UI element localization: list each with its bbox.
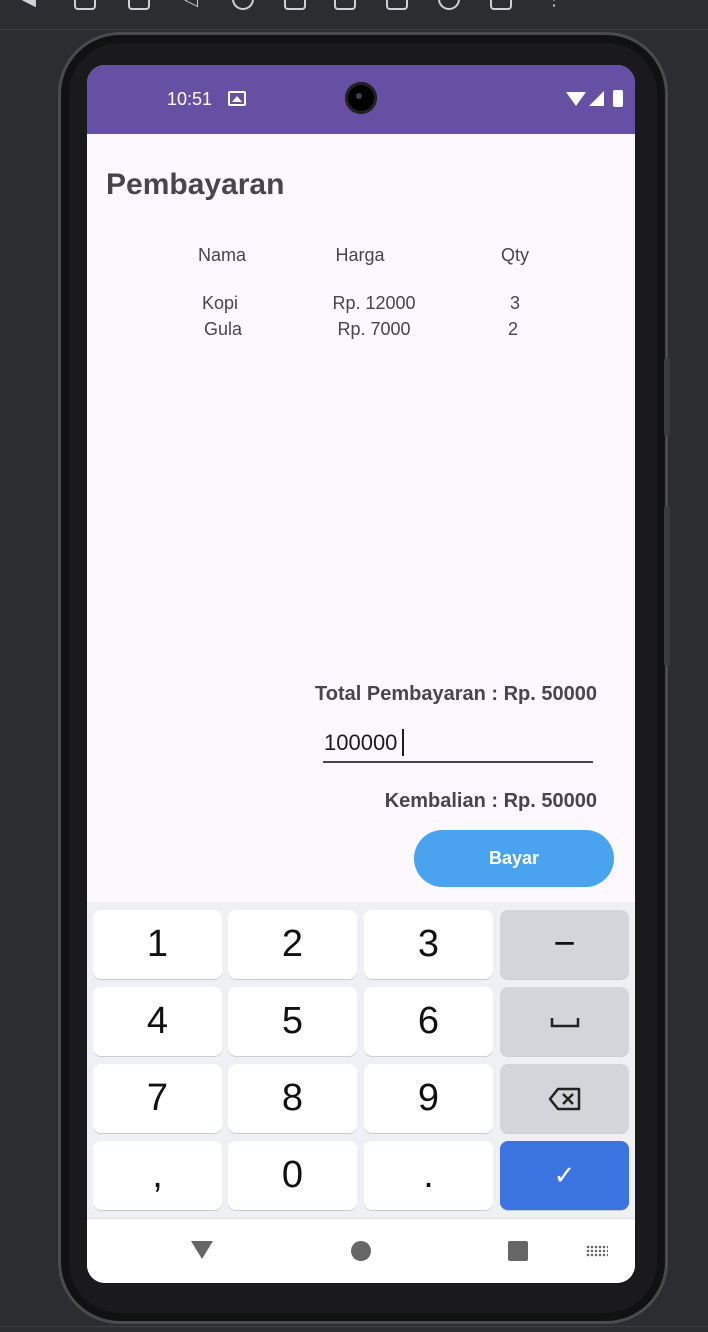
info-icon[interactable] xyxy=(438,0,460,10)
key-9[interactable]: 9 xyxy=(364,1064,493,1133)
image-icon xyxy=(228,91,246,106)
bayar-button[interactable]: Bayar xyxy=(414,830,614,887)
screenshot-icon[interactable] xyxy=(334,0,356,10)
key-comma[interactable]: , xyxy=(93,1141,222,1210)
volume-button xyxy=(664,506,670,666)
back-icon[interactable] xyxy=(191,1241,213,1259)
emulator-bottom-border xyxy=(0,1326,708,1332)
key-backspace[interactable] xyxy=(500,1064,629,1133)
battery-icon xyxy=(613,90,623,107)
key-minus[interactable]: − xyxy=(500,910,629,979)
navigation-bar xyxy=(87,1218,635,1283)
status-bar: 10:51 xyxy=(87,65,635,134)
volume-icon[interactable]: ◀ xyxy=(18,0,40,10)
record-icon[interactable] xyxy=(386,0,408,10)
key-space[interactable] xyxy=(500,987,629,1056)
key-done[interactable]: ✓ xyxy=(500,1141,629,1210)
space-icon xyxy=(550,1017,579,1027)
key-period[interactable]: . xyxy=(364,1141,493,1210)
key-2[interactable]: 2 xyxy=(228,910,357,979)
key-1[interactable]: 1 xyxy=(93,910,222,979)
rotate-left-icon[interactable] xyxy=(74,0,96,10)
row-1-qty: 3 xyxy=(509,293,520,313)
key-0[interactable]: 0 xyxy=(228,1141,357,1210)
key-6[interactable]: 6 xyxy=(364,987,493,1056)
change-label: Kembalian : Rp. 50000 xyxy=(384,790,597,812)
key-3[interactable]: 3 xyxy=(364,910,493,979)
back-icon[interactable]: ◁ xyxy=(180,0,202,10)
backspace-icon xyxy=(548,1087,580,1110)
header-nama: Nama xyxy=(197,245,246,265)
numeric-keyboard: 1 2 3 − 4 5 6 7 8 9 , 0 . ✓ xyxy=(87,902,635,1218)
text-cursor xyxy=(402,729,404,756)
camera-cutout xyxy=(345,82,377,114)
key-7[interactable]: 7 xyxy=(93,1064,222,1133)
payment-input[interactable] xyxy=(323,725,593,763)
wifi-icon xyxy=(566,92,586,106)
header-qty: Qty xyxy=(500,245,529,265)
device-screen: 10:51 Pembayaran Nama Harga Qty Kopi Rp.… xyxy=(87,65,635,1283)
status-time: 10:51 xyxy=(167,89,213,109)
device-icon[interactable] xyxy=(490,0,512,10)
home-icon[interactable] xyxy=(351,1241,371,1261)
key-5[interactable]: 5 xyxy=(228,987,357,1056)
header-harga: Harga xyxy=(335,245,385,265)
page-title: Pembayaran xyxy=(106,168,285,201)
signal-icon xyxy=(589,91,604,106)
row-2-nama: Gula xyxy=(203,319,243,339)
more-icon[interactable]: ⋮ xyxy=(543,0,565,10)
home-icon[interactable] xyxy=(232,0,254,10)
key-4[interactable]: 4 xyxy=(93,987,222,1056)
row-2-harga: Rp. 7000 xyxy=(337,319,411,339)
emulator-toolbar: ◀ ◁ ⋮ xyxy=(0,0,708,30)
rotate-right-icon[interactable] xyxy=(128,0,150,10)
row-2-qty: 2 xyxy=(507,319,518,339)
row-1-harga: Rp. 12000 xyxy=(332,293,416,313)
recents-icon[interactable] xyxy=(508,1241,528,1261)
overview-icon[interactable] xyxy=(284,0,306,10)
power-button xyxy=(664,358,670,436)
total-label: Total Pembayaran : Rp. 50000 xyxy=(315,683,597,705)
keyboard-switch-icon[interactable] xyxy=(586,1245,608,1257)
row-1-nama: Kopi xyxy=(201,293,239,313)
key-8[interactable]: 8 xyxy=(228,1064,357,1133)
